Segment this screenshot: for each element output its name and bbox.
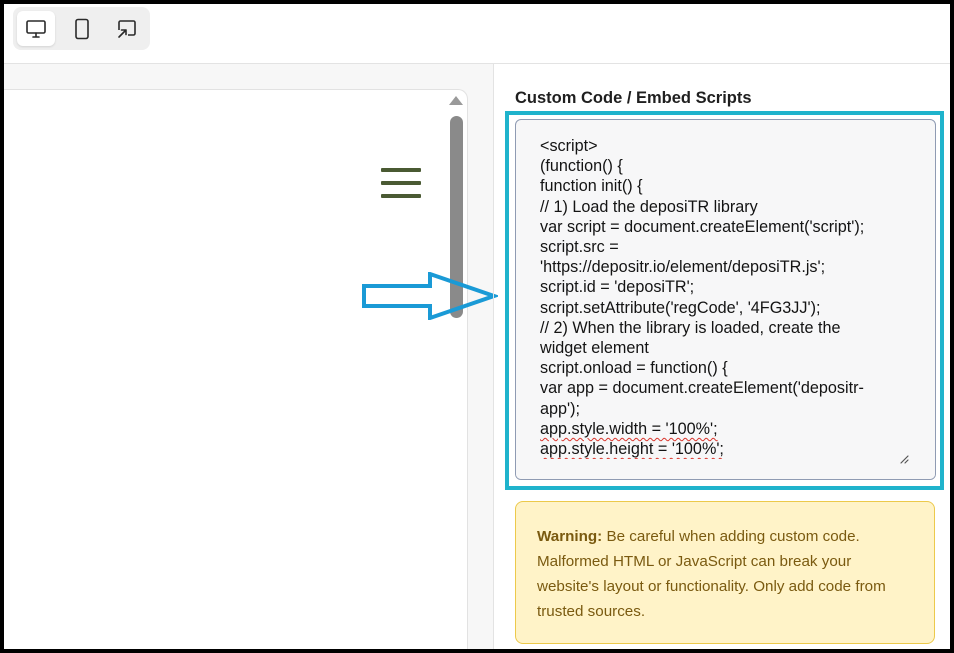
code-line: app.style.width = '100%'; [540,419,916,439]
code-line: script.id = 'deposiTR'; [540,278,695,297]
desktop-icon [26,19,46,38]
code-line: 'https://depositr.io/element/deposiTR.js… [540,258,826,277]
code-line: app'); [540,399,580,418]
external-window-icon [118,19,136,38]
code-line: // 1) Load the deposiTR library [540,197,758,216]
warning-title: Warning: [537,528,603,545]
code-line: // 2) When the library is loaded, create… [540,318,841,337]
scroll-up-arrow[interactable] [449,96,463,105]
code-line: var script = document.createElement('scr… [540,217,865,236]
code-line: script.setAttribute('regCode', '4FG3JJ')… [540,298,821,317]
code-line: widget element [540,339,649,358]
panel-divider [493,64,494,649]
code-overflow-mask [516,459,935,479]
code-line: (function() { [540,157,623,176]
mobile-icon [75,18,89,39]
code-line: app.style.height = '100%'; [540,439,916,459]
warning-notice: Warning: Be careful when adding custom c… [515,501,935,644]
code-line: function init() { [540,177,643,196]
code-line: var app = document.createElement('deposi… [540,379,864,398]
desktop-view-button[interactable] [17,11,55,46]
code-line: script.src = [540,238,619,257]
resize-handle-icon[interactable] [899,451,909,464]
code-content: <script> (function() {function init() {//… [540,136,916,459]
code-line: <script> [540,137,598,155]
popout-view-button[interactable] [108,11,146,46]
custom-code-label: Custom Code / Embed Scripts [515,89,752,107]
custom-code-textarea[interactable]: <script> (function() {function init() {//… [515,119,936,480]
code-line-spellcheck: app.style.height = '100%'; [540,440,724,459]
code-line-spellcheck: app.style.width = '100%'; [540,419,718,438]
annotation-arrow-icon [362,272,498,320]
device-switcher [13,7,150,50]
mobile-view-button[interactable] [63,11,101,46]
hamburger-menu-icon[interactable] [381,168,421,198]
code-line: script.onload = function() { [540,359,728,378]
